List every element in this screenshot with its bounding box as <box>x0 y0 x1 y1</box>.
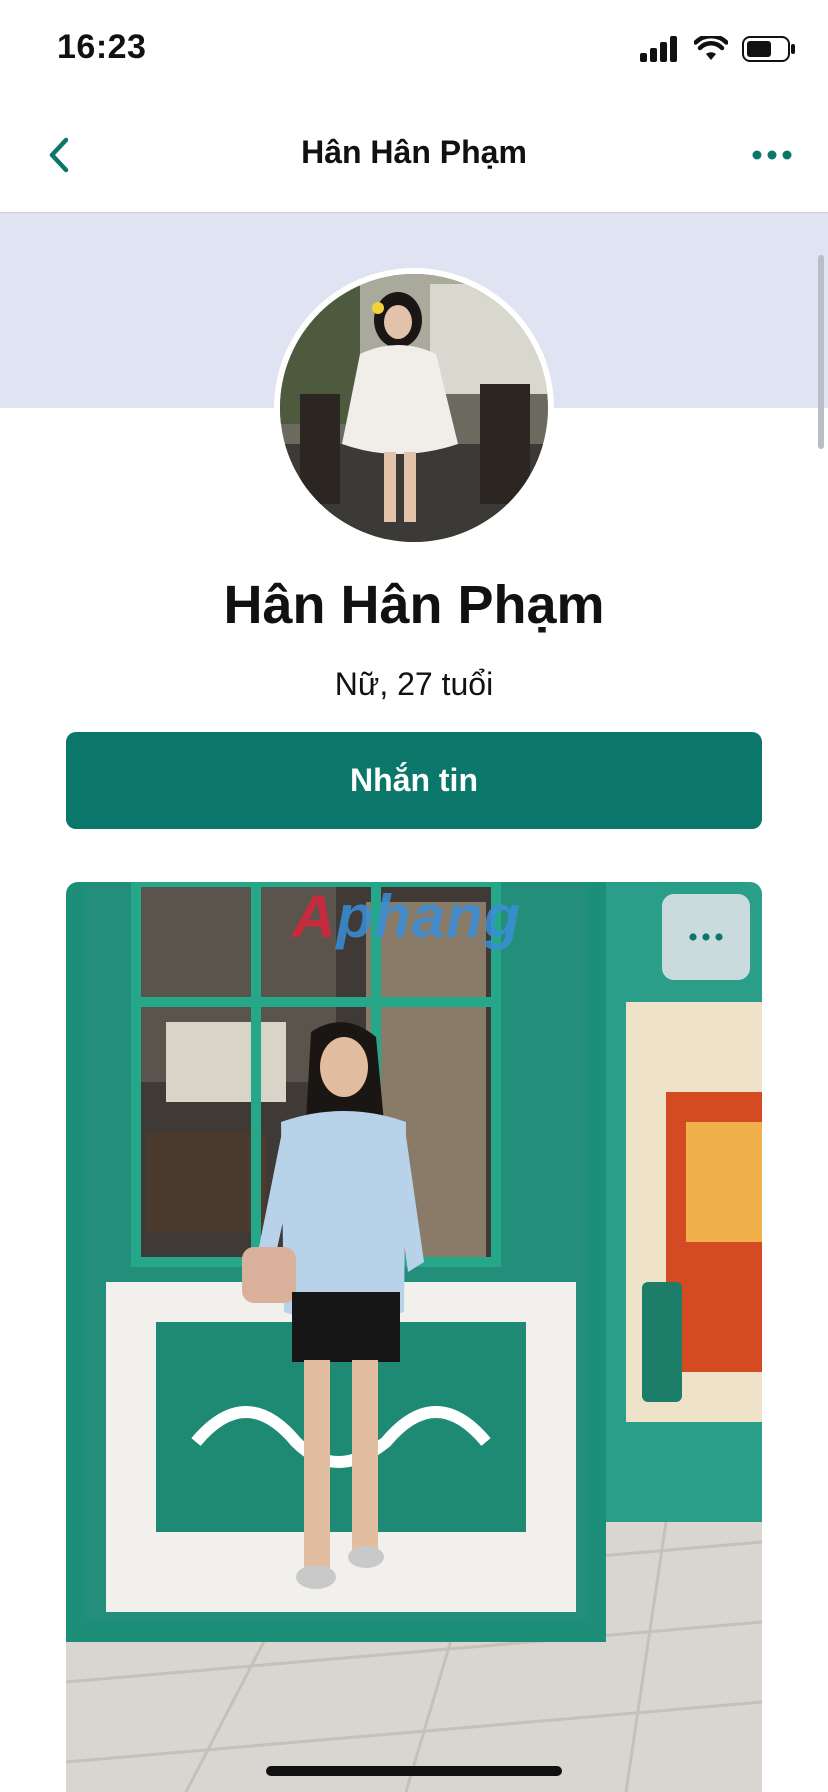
avatar-frame <box>274 268 554 548</box>
status-bar: 16:23 <box>0 0 828 100</box>
more-options-button[interactable] <box>744 130 800 180</box>
profile-gender-age: Nữ, 27 tuổi <box>334 666 494 702</box>
status-time: 16:23 <box>57 28 147 66</box>
status-icons <box>640 36 796 62</box>
page-title: Hân Hân Phạm <box>301 134 527 170</box>
home-indicator[interactable] <box>266 1766 562 1776</box>
photo-more-button[interactable] <box>662 894 750 980</box>
profile-photo-image <box>66 882 762 1792</box>
message-button[interactable]: Nhắn tin <box>66 732 762 829</box>
more-horizontal-icon <box>689 933 723 941</box>
watermark-logo: Aphang <box>292 883 522 950</box>
avatar[interactable] <box>280 274 548 542</box>
navigation-bar: Hân Hân Phạm <box>0 100 828 213</box>
profile-name: Hân Hân Phạm <box>223 575 605 635</box>
scrollbar[interactable] <box>818 255 824 449</box>
avatar-photo <box>280 274 548 542</box>
more-horizontal-icon <box>752 150 792 160</box>
profile-photo[interactable]: Aphang <box>66 882 762 1792</box>
wifi-icon <box>694 36 728 60</box>
cellular-signal-icon <box>640 36 677 62</box>
battery-icon <box>742 36 795 62</box>
